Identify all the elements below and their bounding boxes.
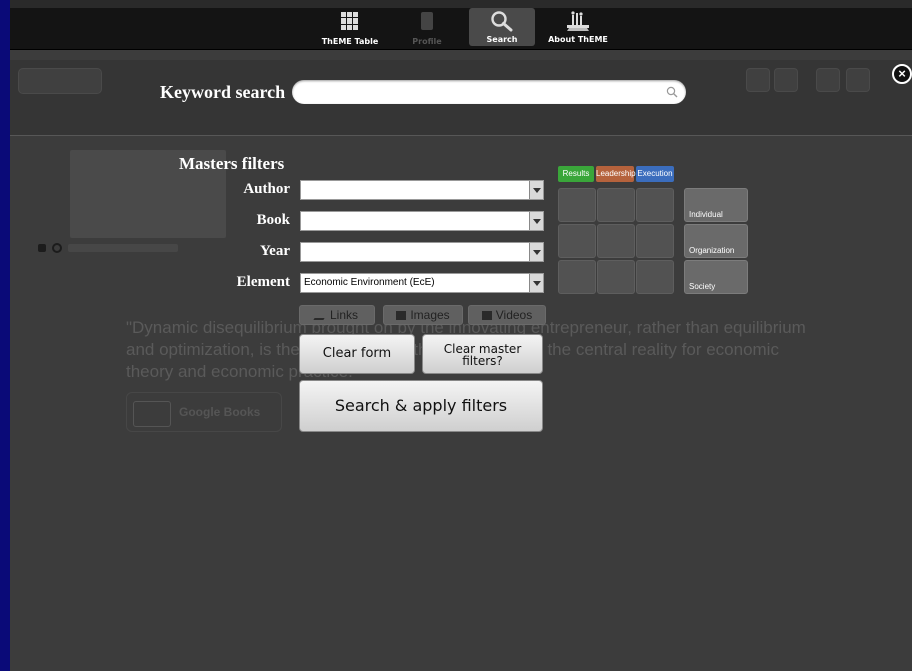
videos-button[interactable]: Videos <box>468 305 546 325</box>
book-select[interactable] <box>300 211 544 231</box>
film-icon <box>481 311 492 320</box>
tab-label: About ThEME <box>548 35 608 44</box>
videos-label: Videos <box>495 308 533 322</box>
element-select[interactable]: Economic Environment (EcE) <box>300 273 544 293</box>
book-label: Book <box>256 212 290 228</box>
tab-label: Profile <box>412 37 442 46</box>
column-badge-execution[interactable]: Execution <box>636 166 674 182</box>
search-apply-filters-button[interactable]: Search & apply filters <box>299 380 543 432</box>
profile-icon <box>394 12 460 34</box>
keyword-search-input[interactable] <box>292 80 686 104</box>
element-value: Economic Environment (EcE) <box>304 277 435 288</box>
author-select[interactable] <box>300 180 544 200</box>
link-icon <box>313 311 329 320</box>
matrix-cell[interactable] <box>558 260 596 294</box>
search-apply-label: Search & apply filters <box>334 396 508 415</box>
chevron-down-icon <box>529 181 543 199</box>
matrix-cell[interactable] <box>558 188 596 222</box>
search-icon <box>666 86 678 98</box>
row-label-organization[interactable]: Organization <box>684 224 748 258</box>
author-label: Author <box>243 181 290 197</box>
about-icon <box>545 10 611 32</box>
images-label: Images <box>410 308 450 322</box>
links-label: Links <box>329 308 358 322</box>
images-button[interactable]: Images <box>383 305 463 325</box>
year-label: Year <box>260 243 290 259</box>
google-books-button: Google Books <box>126 392 282 432</box>
column-badge-leadership[interactable]: Leadership <box>596 166 636 182</box>
tab-about-theme[interactable]: About ThEME <box>545 8 611 46</box>
matrix-cell[interactable] <box>636 260 674 294</box>
camera-icon <box>38 244 46 252</box>
tag-matrix: Results Leadership Execution Individual … <box>556 166 756 296</box>
year-select[interactable] <box>300 242 544 262</box>
app-window: ThEME Table Profile Search About ThEME "… <box>10 0 912 671</box>
search-icon <box>469 10 535 32</box>
clear-master-label-line2: filters? <box>462 354 503 368</box>
tab-label: ThEME Table <box>321 37 379 46</box>
close-button[interactable]: × <box>892 64 912 84</box>
matrix-cell[interactable] <box>558 224 596 258</box>
chevron-down-icon <box>529 274 543 292</box>
matrix-cell[interactable] <box>636 224 674 258</box>
grid-icon <box>317 12 383 34</box>
column-badge-results[interactable]: Results <box>558 166 594 182</box>
camera-icon <box>396 311 407 320</box>
tab-label: Search <box>486 35 518 44</box>
tab-theme-table[interactable]: ThEME Table <box>317 8 383 46</box>
row-label-society[interactable]: Society <box>684 260 748 294</box>
matrix-cell[interactable] <box>636 188 674 222</box>
clear-master-filters-button[interactable]: Clear master filters? <box>422 334 543 374</box>
chevron-down-icon <box>529 212 543 230</box>
masters-filters-title: Masters filters <box>179 154 285 173</box>
clear-form-button[interactable]: Clear form <box>299 334 415 374</box>
matrix-cell[interactable] <box>597 188 635 222</box>
keyword-search-bar: Keyword search <box>10 68 912 116</box>
info-icon <box>52 243 62 253</box>
tab-profile[interactable]: Profile <box>394 8 460 46</box>
row-label-individual[interactable]: Individual <box>684 188 748 222</box>
tab-search[interactable]: Search <box>469 8 535 46</box>
matrix-cell[interactable] <box>597 224 635 258</box>
matrix-cell[interactable] <box>597 260 635 294</box>
element-label: Element <box>236 274 290 290</box>
clear-form-label: Clear form <box>322 346 392 361</box>
keyword-search-label: Keyword search <box>160 82 286 102</box>
tab-bar: ThEME Table Profile Search About ThEME <box>10 0 912 50</box>
chevron-down-icon <box>529 243 543 261</box>
image-caption <box>68 244 178 252</box>
links-button[interactable]: Links <box>299 305 375 325</box>
